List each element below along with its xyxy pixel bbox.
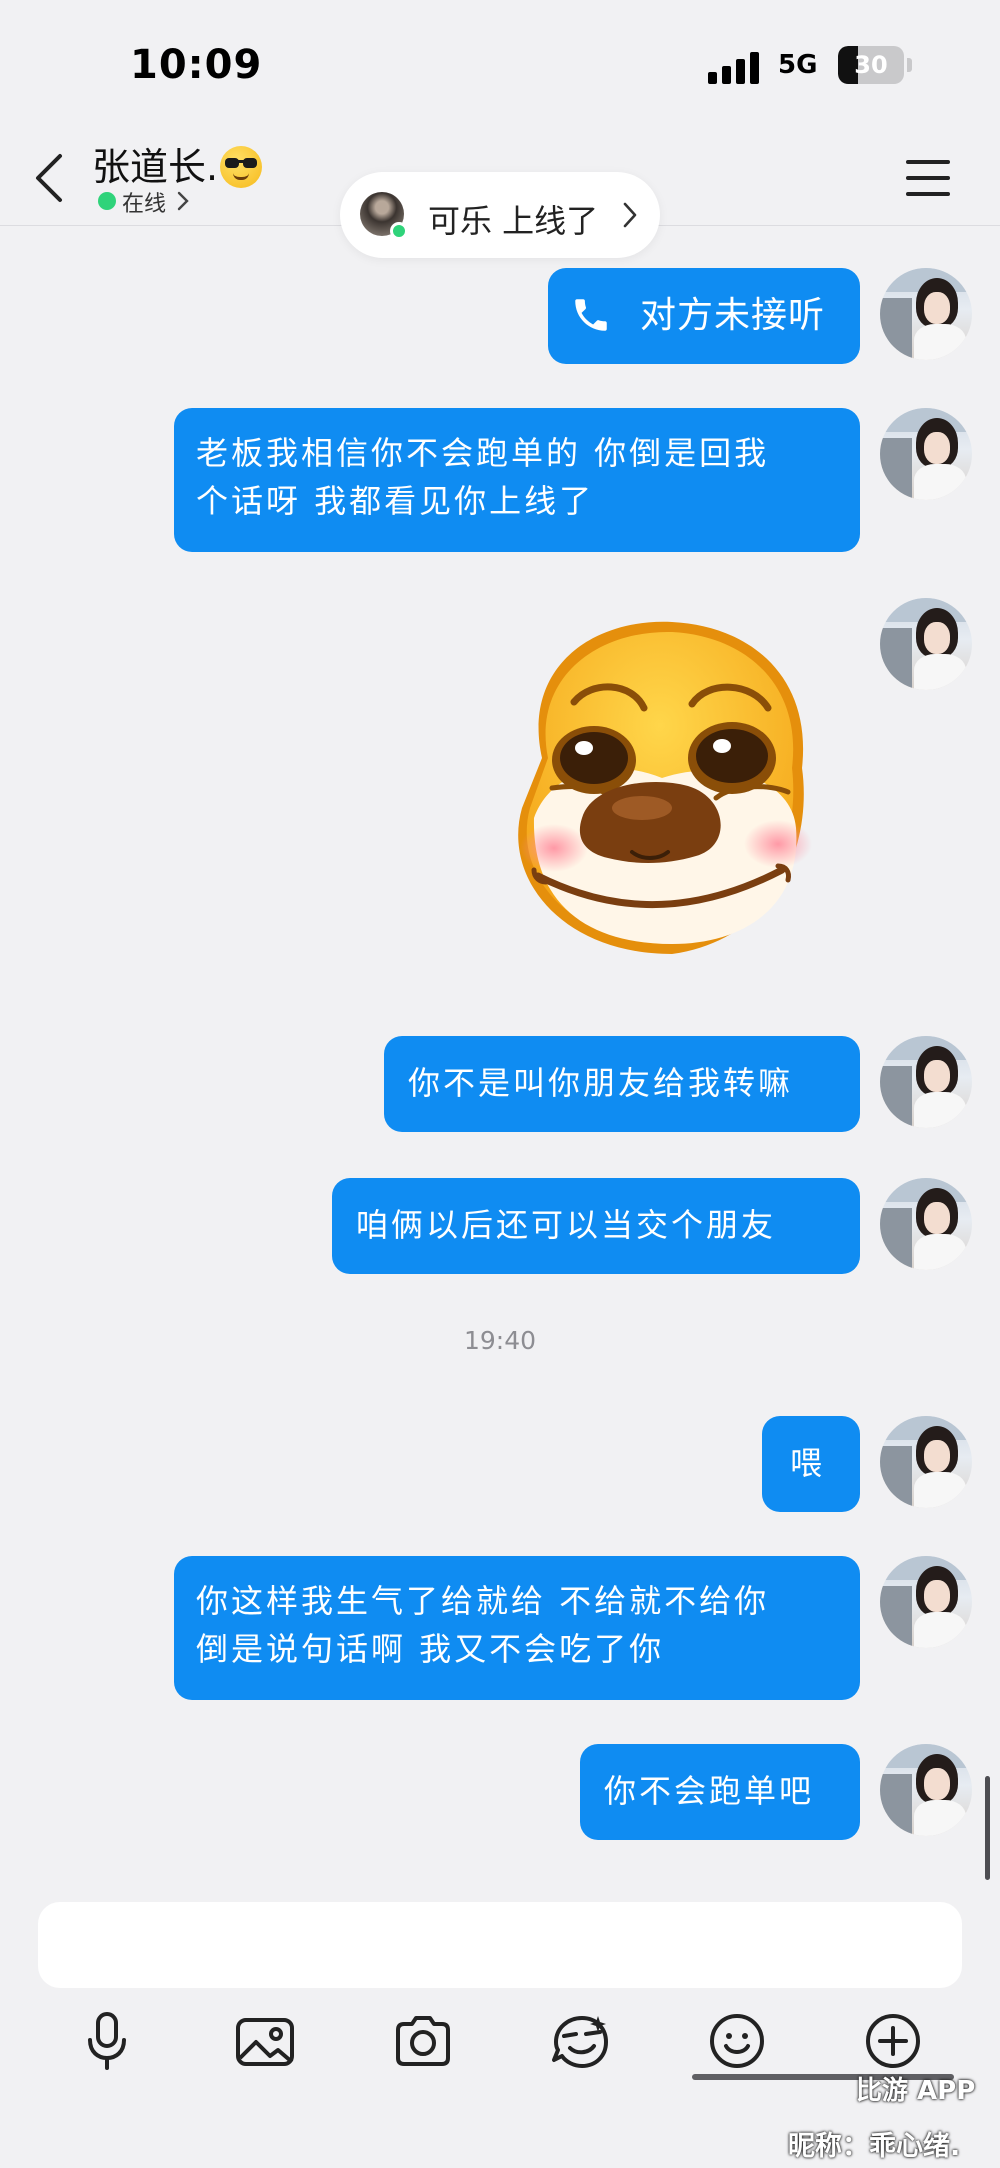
message-bubble[interactable]: 你不会跑单吧 bbox=[580, 1744, 860, 1840]
phone-icon bbox=[575, 299, 607, 331]
avatar[interactable] bbox=[880, 1416, 972, 1508]
message-bubble[interactable]: 老板我相信你不会跑单的 你倒是回我 个话呀 我都看见你上线了 bbox=[174, 408, 860, 552]
menu-line bbox=[906, 160, 950, 164]
message-line: 你不会跑单吧 bbox=[604, 1772, 815, 1810]
avatar-face bbox=[924, 1580, 950, 1612]
dog-face-sticker[interactable] bbox=[482, 608, 842, 968]
avatar-face bbox=[924, 622, 950, 654]
voice-button[interactable] bbox=[72, 2006, 142, 2076]
emoji-mouth bbox=[233, 173, 250, 180]
call-status-text: 对方未接听 bbox=[640, 294, 826, 335]
emoji-button[interactable] bbox=[702, 2006, 772, 2076]
network-type: 5G bbox=[778, 50, 818, 80]
avatar-body bbox=[914, 464, 966, 500]
message-list[interactable]: 对方未接听 老板我相信你不会跑单的 你倒是回我 个话呀 我都看见你上线了 你不是… bbox=[0, 226, 1000, 1886]
sticker-face-icon bbox=[552, 2016, 608, 2068]
message-bubble[interactable]: 你这样我生气了给就给 不给就不给你 倒是说句话啊 我又不会吃了你 bbox=[174, 1556, 860, 1700]
presence-label: 在线 bbox=[122, 192, 167, 217]
avatar-bg bbox=[880, 1066, 912, 1128]
avatar-bg bbox=[880, 1208, 912, 1270]
message-line: 个话呀 我都看见你上线了 bbox=[196, 482, 595, 520]
more-button[interactable] bbox=[858, 2006, 928, 2076]
message-input[interactable] bbox=[38, 1902, 962, 1988]
avatar-face bbox=[924, 1768, 950, 1800]
avatar[interactable] bbox=[880, 268, 972, 360]
message-line: 你这样我生气了给就给 不给就不给你 bbox=[196, 1582, 770, 1620]
avatar[interactable] bbox=[880, 1036, 972, 1128]
avatar[interactable] bbox=[880, 1556, 972, 1648]
status-time: 10:09 bbox=[130, 42, 263, 88]
contact-name[interactable]: 张道长. bbox=[92, 136, 263, 191]
plus-icon bbox=[866, 2014, 920, 2068]
avatar[interactable] bbox=[880, 408, 972, 500]
avatar-face bbox=[924, 292, 950, 324]
call-status-bubble[interactable]: 对方未接听 bbox=[548, 268, 860, 364]
avatar-face bbox=[924, 1060, 950, 1092]
image-icon bbox=[236, 2018, 294, 2066]
avatar-body bbox=[914, 1800, 966, 1836]
watermark-nickname: 昵称：乖心绪. bbox=[788, 2131, 961, 2162]
composer: 比游 APP 昵称：乖心绪. bbox=[0, 1886, 1000, 2168]
time-divider: 19:40 bbox=[463, 1326, 537, 1355]
toast-text: 可乐 上线了 bbox=[428, 202, 599, 240]
watermark-app: 比游 APP bbox=[856, 2076, 976, 2106]
avatar[interactable] bbox=[880, 1178, 972, 1270]
back-button[interactable] bbox=[26, 148, 76, 208]
avatar-bg bbox=[880, 298, 912, 360]
battery-icon: 30 bbox=[838, 46, 904, 84]
avatar-bg bbox=[880, 1446, 912, 1508]
message-line: 咱俩以后还可以当交个朋友 bbox=[356, 1206, 777, 1244]
online-badge-icon bbox=[390, 222, 408, 240]
avatar-body bbox=[914, 1234, 966, 1270]
message-line: 喂 bbox=[790, 1444, 826, 1482]
camera-button[interactable] bbox=[388, 2006, 458, 2076]
avatar-face bbox=[924, 432, 950, 464]
avatar[interactable] bbox=[880, 598, 972, 690]
message-bubble[interactable]: 喂 bbox=[762, 1416, 860, 1512]
menu-line bbox=[906, 176, 950, 180]
avatar-bg bbox=[880, 438, 912, 500]
chevron-left-icon bbox=[36, 154, 62, 202]
sunglasses-shape bbox=[225, 158, 258, 168]
sticker-button[interactable] bbox=[546, 2006, 616, 2076]
cellular-signal-icon bbox=[708, 52, 760, 84]
microphone-icon bbox=[88, 2012, 126, 2070]
menu-button[interactable] bbox=[906, 158, 950, 198]
battery-tip bbox=[907, 58, 912, 72]
contact-name-text: 张道长. bbox=[92, 145, 219, 189]
avatar-bg bbox=[880, 1774, 912, 1836]
image-button[interactable] bbox=[230, 2006, 300, 2076]
chevron-right-icon bbox=[623, 202, 637, 228]
smiling-face-with-sunglasses-icon bbox=[220, 146, 263, 188]
avatar-body bbox=[914, 1612, 966, 1648]
message-bubble[interactable]: 咱俩以后还可以当交个朋友 bbox=[332, 1178, 860, 1274]
avatar-face bbox=[924, 1440, 950, 1472]
battery-level: 30 bbox=[854, 51, 888, 79]
camera-icon bbox=[396, 2016, 450, 2066]
status-bar: 10:09 5G 30 bbox=[0, 0, 1000, 130]
menu-line bbox=[906, 192, 950, 196]
avatar-bg bbox=[880, 1586, 912, 1648]
message-bubble[interactable]: 你不是叫你朋友给我转嘛 bbox=[384, 1036, 860, 1132]
avatar[interactable] bbox=[880, 1744, 972, 1836]
avatar-body bbox=[914, 654, 966, 690]
avatar-face bbox=[924, 1202, 950, 1234]
message-line: 老板我相信你不会跑单的 你倒是回我 bbox=[196, 434, 770, 472]
message-line: 倒是说句话啊 我又不会吃了你 bbox=[196, 1630, 665, 1668]
message-line: 你不是叫你朋友给我转嘛 bbox=[408, 1064, 794, 1102]
online-dot-icon bbox=[98, 192, 116, 210]
scrollbar-thumb[interactable] bbox=[985, 1776, 990, 1880]
smiley-icon bbox=[710, 2014, 764, 2068]
chevron-right-icon bbox=[177, 191, 189, 211]
online-notification-toast[interactable]: 可乐 上线了 bbox=[340, 172, 660, 258]
avatar-body bbox=[914, 324, 966, 360]
avatar-bg bbox=[880, 628, 912, 690]
avatar-body bbox=[914, 1472, 966, 1508]
avatar-body bbox=[914, 1092, 966, 1128]
